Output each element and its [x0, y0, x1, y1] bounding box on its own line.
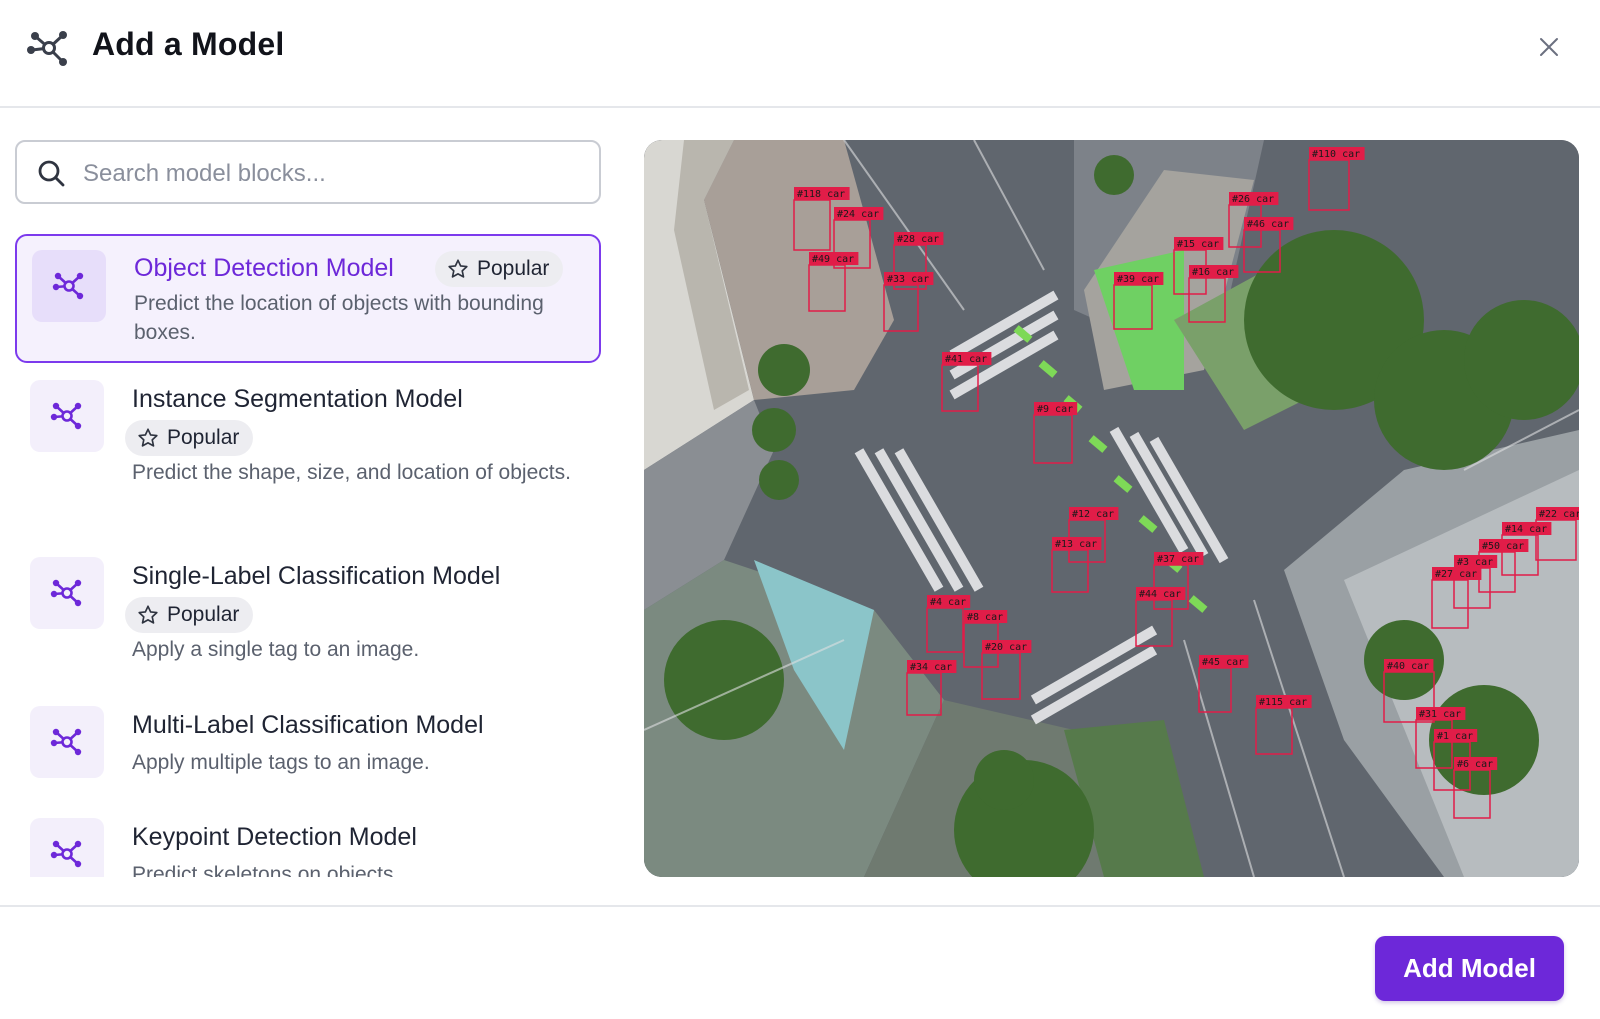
model-item-multi-label-classification[interactable]: Multi-Label Classification Model Apply m… — [15, 706, 601, 801]
detection-label: #45 car — [1202, 657, 1244, 668]
model-item-instance-segmentation[interactable]: Instance Segmentation Model Popular Pred… — [15, 380, 601, 540]
search-box[interactable] — [15, 140, 601, 204]
model-item-object-detection[interactable]: Object Detection Model Popular Predict t… — [15, 234, 601, 363]
detection-label: #27 car — [1435, 569, 1477, 580]
detection-label: #28 car — [897, 234, 939, 245]
detection-label: #37 car — [1157, 554, 1199, 565]
popular-badge: Popular — [435, 251, 564, 287]
detection-label: #46 car — [1247, 219, 1289, 230]
detection-label: #20 car — [985, 642, 1027, 653]
detection-label: #50 car — [1482, 541, 1524, 552]
detection-label: #14 car — [1505, 524, 1547, 535]
popular-badge: Popular — [125, 420, 254, 456]
model-name: Single-Label Classification Model — [132, 562, 501, 590]
detection-label: #44 car — [1139, 589, 1181, 600]
detection-label: #16 car — [1192, 267, 1234, 278]
model-graph-icon — [27, 31, 67, 66]
detection-label: #3 car — [1457, 557, 1493, 568]
model-graph-icon — [50, 728, 82, 756]
model-icon-box — [30, 380, 104, 452]
detection-label: #40 car — [1387, 661, 1429, 672]
detection-label: #9 car — [1037, 404, 1073, 415]
model-item-keypoint-detection[interactable]: Keypoint Detection Model Predict skeleto… — [15, 818, 601, 877]
model-preview-image: #118 car #24 car #49 car #28 car #33 car #41 … — [644, 140, 1579, 877]
footer-divider — [0, 905, 1600, 907]
model-list[interactable]: Object Detection Model Popular Predict t… — [15, 234, 601, 877]
search-input[interactable] — [81, 152, 585, 196]
detection-label: #6 car — [1457, 759, 1493, 770]
star-icon — [448, 259, 468, 278]
detection-label: #12 car — [1072, 509, 1114, 520]
model-description: Predict the location of objects with bou… — [134, 292, 544, 344]
model-description: Apply a single tag to an image. — [132, 638, 420, 661]
model-name: Multi-Label Classification Model — [132, 711, 484, 739]
model-graph-icon — [50, 402, 82, 430]
detection-label: #1 car — [1437, 731, 1473, 742]
badge-label: Popular — [477, 257, 550, 280]
detection-label: #15 car — [1177, 239, 1219, 250]
model-description: Predict skeletons on objects. — [132, 863, 400, 877]
detection-label: #4 car — [930, 597, 966, 608]
star-icon — [138, 428, 158, 447]
detection-label: #118 car — [797, 189, 845, 200]
model-icon-box — [30, 557, 104, 629]
detection-label: #39 car — [1117, 274, 1159, 285]
detection-label: #41 car — [945, 354, 987, 365]
search-icon — [38, 160, 65, 187]
detection-label: #24 car — [837, 209, 879, 220]
aerial-intersection-image: #118 car #24 car #49 car #28 car #33 car #41 … — [644, 140, 1579, 877]
model-description: Predict the shape, size, and location of… — [132, 461, 571, 484]
close-icon[interactable] — [1539, 37, 1559, 57]
model-name: Instance Segmentation Model — [132, 385, 463, 413]
detection-label: #110 car — [1312, 149, 1360, 160]
badge-label: Popular — [167, 426, 240, 449]
model-icon-box — [30, 818, 104, 877]
dialog-title: Add a Model — [92, 26, 285, 62]
model-graph-icon — [50, 579, 82, 607]
detection-label: #34 car — [910, 662, 952, 673]
model-name: Keypoint Detection Model — [132, 823, 417, 851]
model-icon-box — [32, 250, 106, 322]
detection-label: #115 car — [1259, 697, 1307, 708]
close-button[interactable] — [1532, 30, 1566, 64]
detection-label: #49 car — [812, 254, 854, 265]
model-description: Apply multiple tags to an image. — [132, 751, 430, 774]
model-item-single-label-classification[interactable]: Single-Label Classification Model Popula… — [15, 557, 601, 687]
model-icon-box — [30, 706, 104, 778]
detection-label: #8 car — [967, 612, 1003, 623]
star-icon — [138, 605, 158, 624]
model-graph-icon — [50, 840, 82, 868]
model-name: Object Detection Model — [134, 254, 394, 282]
detection-label: #33 car — [887, 274, 929, 285]
model-graph-icon — [52, 272, 84, 300]
add-model-button[interactable]: Add Model — [1375, 936, 1564, 1001]
detection-label: #22 car — [1539, 509, 1579, 520]
detection-label: #13 car — [1055, 539, 1097, 550]
detection-label: #26 car — [1232, 194, 1274, 205]
badge-label: Popular — [167, 603, 240, 626]
popular-badge: Popular — [125, 597, 254, 633]
detection-label: #31 car — [1419, 709, 1461, 720]
dialog-header: Add a Model — [0, 0, 1600, 108]
